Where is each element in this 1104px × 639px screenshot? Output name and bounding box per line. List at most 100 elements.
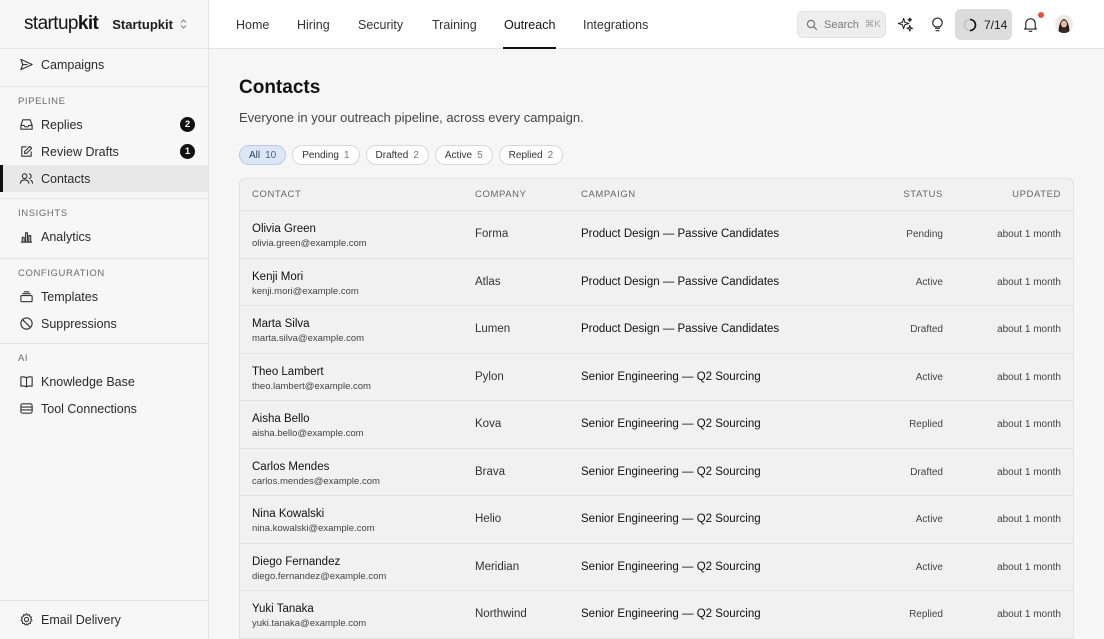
page-subtitle: Everyone in your outreach pipeline, acro… <box>239 110 584 125</box>
workspace-switcher[interactable]: Startupkit <box>112 17 188 32</box>
contact-status: Active <box>915 371 943 383</box>
tab-hiring[interactable]: Hiring <box>297 0 330 49</box>
sidebar-item-contacts[interactable]: Contacts <box>0 165 208 192</box>
sidebar-item-review-drafts[interactable]: Review Drafts 1 <box>0 138 208 165</box>
column-header-contact[interactable]: CONTACT <box>252 189 301 200</box>
column-header-campaign[interactable]: CAMPAIGN <box>581 189 636 200</box>
filter-chip-drafted[interactable]: Drafted 2 <box>365 145 429 165</box>
contact-company: Meridian <box>475 560 520 573</box>
chip-label: Pending <box>302 149 339 161</box>
filter-chip-pending[interactable]: Pending 1 <box>292 145 360 165</box>
table-header: CONTACT COMPANY CAMPAIGN STATUS UPDATED <box>240 179 1073 211</box>
contact-email: carlos.mendes@example.com <box>252 475 380 487</box>
chip-label: All <box>249 149 261 161</box>
layers-icon <box>19 289 34 304</box>
table-row[interactable]: Kenji Mori kenji.mori@example.com Atlas … <box>240 259 1073 306</box>
onboarding-progress-button[interactable]: 7/14 <box>955 9 1012 40</box>
startupkit-logo[interactable]: startupkit <box>24 13 99 35</box>
table-row[interactable]: Nina Kowalski nina.kowalski@example.com … <box>240 496 1073 544</box>
bell-icon[interactable] <box>1021 15 1039 33</box>
contact-campaign: Senior Engineering — Q2 Sourcing <box>581 418 761 430</box>
brand-header: startupkit Startupkit <box>0 0 208 49</box>
contact-email: diego.fernandez@example.com <box>252 570 387 582</box>
sidebar-item-email-delivery[interactable]: Email Delivery <box>0 601 208 638</box>
ban-icon <box>19 316 34 331</box>
search-shortcut: ⌘K <box>864 19 881 30</box>
contact-company: Forma <box>475 228 509 240</box>
contact-company: Pylon <box>475 370 504 383</box>
send-icon <box>19 57 34 72</box>
column-header-company[interactable]: COMPANY <box>475 189 527 200</box>
contact-updated: about 1 month <box>997 514 1061 525</box>
database-icon <box>19 401 34 416</box>
contact-company: Kova <box>475 418 502 430</box>
column-header-status[interactable]: STATUS <box>903 189 943 200</box>
contact-name: Marta Silva <box>252 318 310 330</box>
contact-email: aisha.bello@example.com <box>252 428 364 439</box>
chevron-up-down-icon <box>180 19 187 29</box>
sidebar-item-campaigns[interactable]: Campaigns <box>0 51 208 78</box>
section-label-insights: INSIGHTS <box>18 207 68 219</box>
contact-email: theo.lambert@example.com <box>252 380 371 392</box>
contact-name: Nina Kowalski <box>252 508 325 520</box>
sidebar-item-templates[interactable]: Templates <box>0 283 208 310</box>
table-row[interactable]: Theo Lambert theo.lambert@example.com Py… <box>240 354 1073 401</box>
table-row[interactable]: Olivia Green olivia.green@example.com Fo… <box>240 211 1073 259</box>
table-row[interactable]: Aisha Bello aisha.bello@example.com Kova… <box>240 401 1073 449</box>
sidebar: startupkit Startupkit Campaigns PIPELINE… <box>0 0 209 639</box>
edit-icon <box>19 144 34 159</box>
sidebar-item-label: Campaigns <box>41 57 105 72</box>
contact-email: marta.silva@example.com <box>252 333 365 344</box>
section-label-pipeline: PIPELINE <box>18 95 66 107</box>
progress-label: 7/14 <box>984 17 1008 32</box>
table-row[interactable]: Marta Silva marta.silva@example.com Lume… <box>240 306 1073 354</box>
tab-home[interactable]: Home <box>236 0 269 49</box>
table-row[interactable]: Yuki Tanaka yuki.tanaka@example.com Nort… <box>240 591 1073 639</box>
contact-campaign: Product Design — Passive Candidates <box>581 228 780 240</box>
top-navigation: Home Hiring Security Training Outreach I… <box>209 0 1104 49</box>
contact-updated: about 1 month <box>997 609 1061 620</box>
sidebar-item-analytics[interactable]: Analytics <box>0 223 208 250</box>
contact-email: yuki.tanaka@example.com <box>252 618 367 629</box>
contacts-table: CONTACT COMPANY CAMPAIGN STATUS UPDATED … <box>239 178 1074 639</box>
tab-outreach[interactable]: Outreach <box>502 0 557 49</box>
table-row[interactable]: Diego Fernandez diego.fernandez@example.… <box>240 544 1073 591</box>
tab-training[interactable]: Training <box>432 0 477 49</box>
table-row[interactable]: Carlos Mendes carlos.mendes@example.com … <box>240 449 1073 496</box>
notification-dot <box>1038 12 1044 18</box>
contact-company: Northwind <box>475 608 527 620</box>
sidebar-item-knowledge-base[interactable]: Knowledge Base <box>0 368 208 395</box>
tab-security[interactable]: Security <box>358 0 403 49</box>
contact-name: Kenji Mori <box>252 270 304 283</box>
progress-ring-icon <box>963 18 977 31</box>
sidebar-item-label: Suppressions <box>41 316 117 331</box>
sidebar-item-suppressions[interactable]: Suppressions <box>0 310 208 337</box>
inbox-icon <box>19 117 34 132</box>
user-avatar[interactable] <box>1055 15 1073 33</box>
filter-chip-active[interactable]: Active 5 <box>434 145 493 165</box>
contact-updated: about 1 month <box>997 466 1061 478</box>
chip-label: Active <box>444 149 473 161</box>
contact-campaign: Product Design — Passive Candidates <box>581 275 780 288</box>
section-label-configuration: CONFIGURATION <box>18 267 105 279</box>
contact-campaign: Senior Engineering — Q2 Sourcing <box>581 465 761 478</box>
search-button[interactable]: Search ⌘K <box>797 11 886 38</box>
contact-company: Helio <box>475 513 502 525</box>
sidebar-item-label: Knowledge Base <box>41 374 135 389</box>
filter-chip-replied[interactable]: Replied 2 <box>498 145 564 165</box>
contact-email: kenji.mori@example.com <box>252 285 359 297</box>
contact-status: Replied <box>909 419 943 430</box>
lightbulb-icon[interactable] <box>928 15 946 33</box>
contact-status: Replied <box>909 609 943 620</box>
sidebar-item-tool-connections[interactable]: Tool Connections <box>0 395 208 422</box>
search-icon <box>806 19 818 30</box>
count-badge: 1 <box>180 144 195 159</box>
column-header-updated[interactable]: UPDATED <box>1012 189 1061 200</box>
contact-campaign: Senior Engineering — Q2 Sourcing <box>581 560 761 573</box>
tab-integrations[interactable]: Integrations <box>583 0 648 49</box>
sidebar-item-replies[interactable]: Replies 2 <box>0 111 208 138</box>
filter-chip-all[interactable]: All 10 <box>239 145 287 165</box>
sparkles-icon[interactable] <box>896 15 914 33</box>
chip-label: Replied <box>508 149 543 161</box>
contact-name: Aisha Bello <box>252 413 310 425</box>
